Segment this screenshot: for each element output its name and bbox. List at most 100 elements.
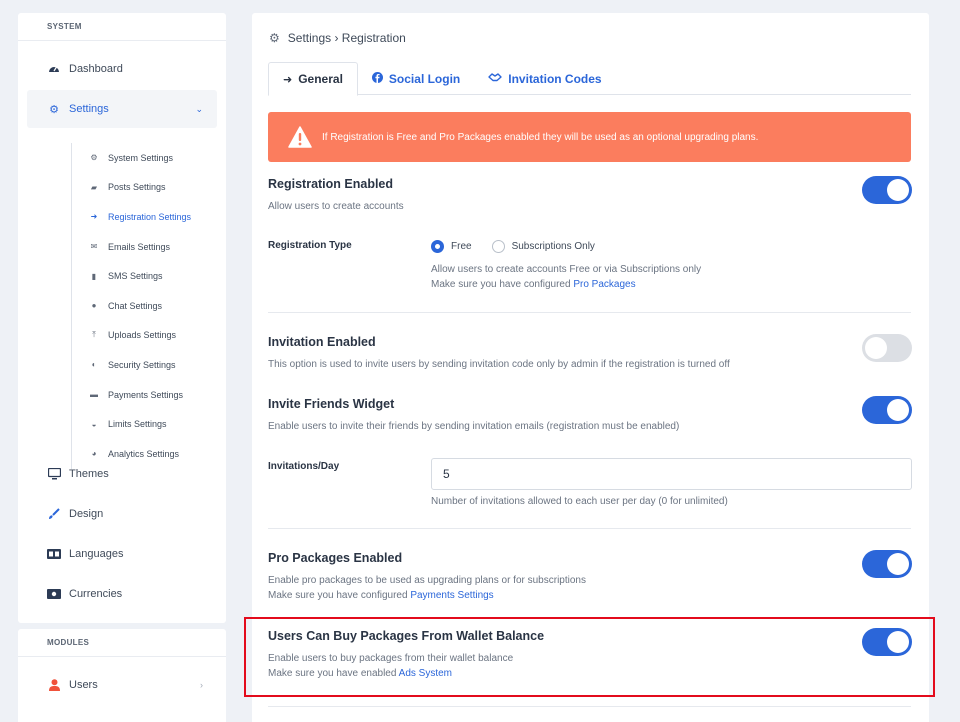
registration-type-help: Allow users to create accounts Free or v… [431, 264, 702, 275]
subnav-item-system-settings[interactable]: ⚙ System Settings [72, 143, 231, 173]
settings-subnav: ⚙ System Settings ▰ Posts Settings ➜ Reg… [71, 143, 231, 469]
sidebar-section-system: SYSTEM [18, 13, 226, 41]
subnav-item-uploads-settings[interactable]: ⤒ Uploads Settings [72, 321, 231, 351]
subnav-item-label: Uploads Settings [108, 330, 177, 341]
sidebar-item-themes[interactable]: Themes [27, 455, 217, 493]
chevron-right-icon: › [200, 680, 203, 690]
subnav-item-label: Posts Settings [108, 182, 166, 193]
section-divider [268, 706, 911, 707]
registration-type-help2: Make sure you have configured Pro Packag… [431, 277, 636, 292]
sidebar-item-label: Currencies [69, 588, 123, 600]
breadcrumb: ⚙ Settings › Registration [269, 31, 406, 45]
invite-friends-toggle[interactable] [862, 396, 912, 424]
comment-icon: ▰ [90, 182, 98, 192]
tab-label: Invitation Codes [508, 71, 602, 86]
monitor-icon [47, 467, 61, 481]
sidebar-item-label: Design [69, 508, 104, 520]
user-icon [47, 678, 61, 692]
payments-settings-link[interactable]: Payments Settings [410, 590, 493, 601]
sidebar-item-dashboard[interactable]: Dashboard [27, 50, 217, 88]
pro-packages-link[interactable]: Pro Packages [573, 279, 635, 290]
upload-icon: ⤒ [92, 330, 96, 340]
pro-packages-help: Make sure you have configured Payments S… [268, 588, 494, 603]
subnav-item-registration-settings[interactable]: ➜ Registration Settings [72, 202, 231, 232]
sign-in-icon: ➜ [90, 212, 98, 222]
pro-packages-toggle[interactable] [862, 550, 912, 578]
sidebar-item-settings[interactable]: ⚙ Settings ⌄ [27, 90, 217, 128]
info-alert: If Registration is Free and Pro Packages… [268, 112, 911, 162]
invite-friends-title: Invite Friends Widget [268, 397, 395, 411]
tab-general[interactable]: ➜ General [268, 62, 358, 96]
sidebar-item-label: Dashboard [69, 63, 123, 75]
subnav-item-label: System Settings [108, 152, 174, 163]
subnav-item-posts-settings[interactable]: ▰ Posts Settings [72, 173, 231, 203]
subnav-item-label: Registration Settings [108, 211, 192, 222]
tab-invitation-codes[interactable]: Invitation Codes [474, 62, 615, 95]
invitation-enabled-toggle[interactable] [862, 334, 912, 362]
subnav-item-payments-settings[interactable]: ▬ Payments Settings [72, 380, 231, 410]
comments-icon: ● [91, 301, 97, 311]
sidebar-item-currencies[interactable]: Currencies [27, 575, 217, 613]
envelope-open-icon: ✉ [90, 242, 98, 252]
tab-label: Social Login [388, 71, 461, 86]
invitations-day-help: Number of invitations allowed to each us… [431, 496, 728, 507]
tachometer-icon: ◒ [91, 419, 97, 429]
radio-subscriptions-only[interactable] [491, 240, 505, 253]
money-icon [47, 587, 61, 601]
gauge-icon [47, 62, 61, 76]
gear-icon: ⚙ [49, 103, 59, 116]
radio-free[interactable] [431, 240, 444, 253]
toggle-knob [887, 399, 909, 421]
subnav-item-chat-settings[interactable]: ● Chat Settings [72, 291, 231, 321]
section-divider [268, 312, 911, 313]
sidebar-item-design[interactable]: Design [27, 495, 217, 533]
help-text: Make sure you have configured [268, 590, 411, 601]
registration-enabled-toggle[interactable] [862, 176, 912, 204]
invitation-enabled-desc: This option is used to invite users by s… [268, 359, 730, 370]
help-text: Make sure you have configured [431, 279, 574, 290]
subnav-item-security-settings[interactable]: ◐ Security Settings [72, 350, 231, 380]
facebook-icon [371, 71, 383, 86]
sidebar-item-label: Users [69, 679, 98, 691]
shield-icon: ◐ [91, 360, 97, 370]
alert-text: If Registration is Free and Pro Packages… [322, 131, 759, 143]
sidebar-section-modules: MODULES [18, 629, 226, 657]
sidebar-item-label: Settings [69, 103, 109, 115]
mobile-icon: ▮ [91, 271, 97, 281]
radio-subscriptions-label: Subscriptions Only [511, 241, 595, 252]
radio-free-label: Free [451, 241, 472, 252]
registration-enabled-desc: Allow users to create accounts [268, 201, 404, 212]
sidebar-system-card: SYSTEM Dashboard ⚙ Settings ⌄ ⚙ System S… [18, 13, 226, 623]
toggle-knob [865, 337, 887, 359]
tab-label: General [298, 72, 343, 86]
subnav-item-label: Emails Settings [108, 241, 171, 252]
invite-friends-desc: Enable users to invite their friends by … [268, 421, 680, 432]
settings-panel: ⚙ Settings › Registration ➜ General Soci… [252, 13, 929, 722]
subnav-item-emails-settings[interactable]: ✉ Emails Settings [72, 232, 231, 262]
brush-icon [47, 507, 61, 521]
sidebar-item-users[interactable]: Users › [27, 666, 217, 704]
breadcrumb-text: Settings › Registration [287, 31, 406, 45]
sidebar-item-languages[interactable]: Languages [27, 535, 217, 573]
toggle-knob [887, 179, 909, 201]
subnav-item-limits-settings[interactable]: ◒ Limits Settings [72, 409, 231, 439]
invitations-day-input[interactable] [431, 458, 912, 490]
subnav-item-label: Chat Settings [108, 300, 163, 311]
subnav-item-label: Payments Settings [108, 389, 184, 400]
invitations-day-label: Invitations/Day [268, 461, 340, 472]
subnav-item-sms-settings[interactable]: ▮ SMS Settings [72, 261, 231, 291]
subnav-item-label: SMS Settings [108, 271, 163, 282]
tab-social-login[interactable]: Social Login [358, 62, 474, 95]
sidebar-item-label: Languages [69, 548, 124, 560]
sidebar-modules-card: MODULES Users › [18, 629, 226, 722]
highlight-box [244, 617, 935, 697]
toggle-knob [887, 553, 909, 575]
registration-type-label: Registration Type [268, 240, 352, 251]
handshake-icon [488, 72, 502, 85]
gear-icon: ⚙ [269, 31, 280, 45]
sidebar-item-label: Themes [69, 468, 109, 480]
warning-icon [288, 126, 312, 148]
pro-packages-desc: Enable pro packages to be used as upgrad… [268, 575, 586, 586]
subnav-item-label: Limits Settings [108, 419, 167, 430]
gears-icon: ⚙ [90, 153, 98, 163]
